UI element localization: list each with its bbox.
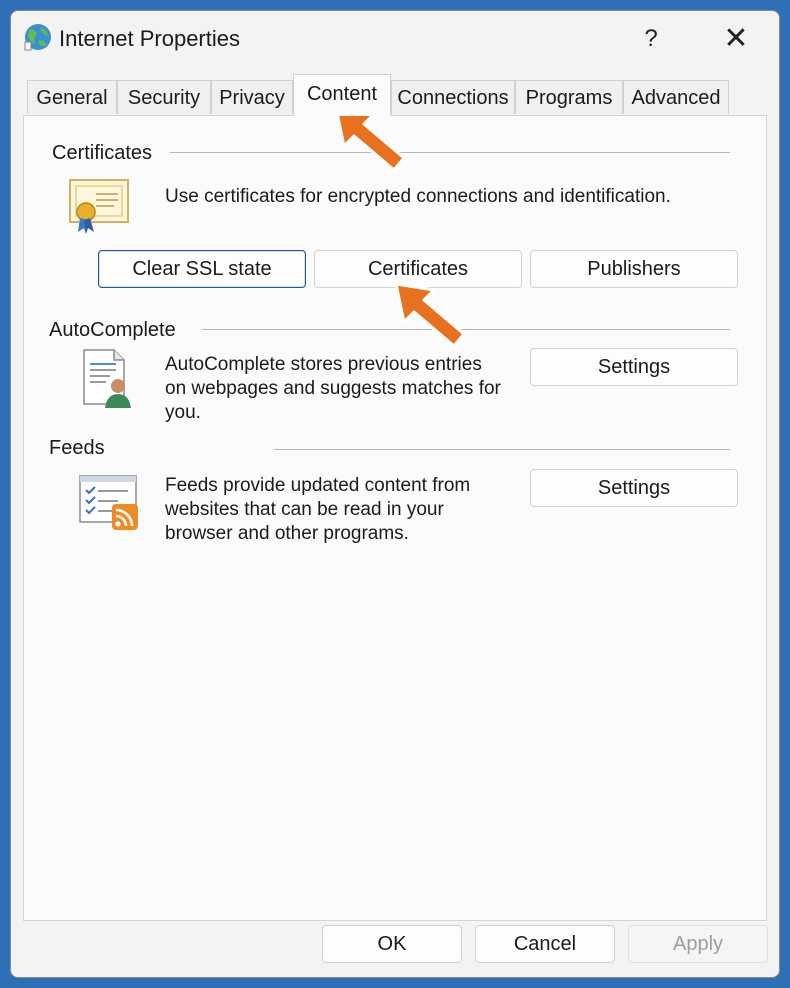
- certificate-icon: [69, 179, 129, 234]
- feeds-group-label: Feeds: [49, 437, 105, 459]
- internet-globe-icon: [24, 24, 51, 51]
- publishers-button[interactable]: Publishers: [530, 250, 738, 288]
- autocomplete-description-line-1: AutoComplete stores previous entries: [165, 354, 482, 375]
- feeds-divider: [274, 449, 730, 450]
- cancel-button[interactable]: Cancel: [475, 925, 615, 963]
- tab-general[interactable]: General: [27, 80, 117, 114]
- certificates-button-pointer-arrow-icon: [394, 282, 466, 348]
- feeds-description-line-3: browser and other programs.: [165, 523, 409, 544]
- tab-content[interactable]: Content: [293, 74, 391, 116]
- autocomplete-description-line-2: on webpages and suggests matches for: [165, 378, 501, 399]
- feeds-settings-button[interactable]: Settings: [530, 469, 738, 507]
- certificates-description: Use certificates for encrypted connectio…: [165, 186, 671, 207]
- autocomplete-description-line-3: you.: [165, 402, 201, 423]
- clear-ssl-state-button[interactable]: Clear SSL state: [98, 250, 306, 288]
- tab-advanced[interactable]: Advanced: [623, 80, 729, 114]
- autocomplete-icon: [83, 349, 131, 408]
- close-button[interactable]: ✕: [713, 17, 759, 61]
- autocomplete-group-label: AutoComplete: [49, 319, 176, 341]
- tab-security[interactable]: Security: [117, 80, 211, 114]
- feeds-icon: [79, 475, 138, 530]
- ok-button[interactable]: OK: [322, 925, 462, 963]
- content-tab-panel: Certificates Use certificates for encryp…: [23, 115, 767, 921]
- help-button[interactable]: ?: [631, 17, 671, 61]
- certificates-group-label: Certificates: [52, 142, 153, 164]
- certificates-divider: [170, 152, 730, 153]
- autocomplete-settings-button[interactable]: Settings: [530, 348, 738, 386]
- feeds-description-line-2: websites that can be read in your: [165, 499, 444, 520]
- apply-button[interactable]: Apply: [628, 925, 768, 963]
- tab-programs[interactable]: Programs: [515, 80, 623, 114]
- title-bar[interactable]: Internet Properties ? ✕: [11, 11, 779, 67]
- feeds-description-line-1: Feeds provide updated content from: [165, 475, 471, 496]
- tab-privacy[interactable]: Privacy: [211, 80, 293, 114]
- window-title: Internet Properties: [59, 26, 240, 51]
